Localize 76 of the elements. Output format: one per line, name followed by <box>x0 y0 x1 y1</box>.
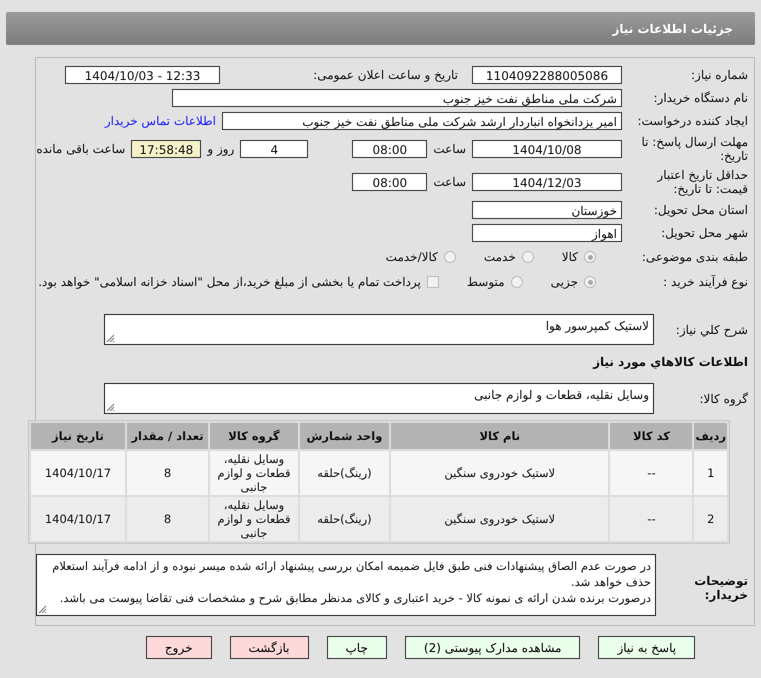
field-label: استان محل تحویل: <box>652 203 749 217</box>
table-cell: 8 <box>126 497 208 541</box>
field-label: ایجاد کننده درخواست: <box>636 114 749 128</box>
option-label: کالا/خدمت <box>386 250 438 264</box>
field-label: نوع فرآیند خرید : <box>662 275 749 289</box>
field-label: روز و <box>207 142 234 156</box>
table-cell: لاستیک خودروی سنگین <box>391 451 608 495</box>
field-label: طبقه بندی موضوعی: <box>640 250 749 264</box>
resize-grip-icon[interactable] <box>106 334 115 343</box>
field-label: ساعت <box>433 175 466 189</box>
table-cell: 1 <box>694 451 727 495</box>
input-field[interactable]: شرکت ملی مناطق نفت خیز جنوب <box>172 89 622 107</box>
buyer-notes-field[interactable]: در صورت عدم الصاق پیشنهادات فنی طبق فایل ضمیمه امکان بررسی پیشنهاد ارائه شده میسر نبوده و از ادامه فرآیند استعلام حذف خواهد شد. درصورت برنده شدن ارائه ی نمونه کالا - خرید اعتباری و کالای مدنظر مطابق شرح و مشخصات فنی تقاضا پیوست می باشد. <box>36 554 656 616</box>
resize-grip-icon[interactable] <box>106 403 115 412</box>
radio-button[interactable] <box>584 251 596 263</box>
input-field[interactable]: 1104092288005086 <box>472 66 622 84</box>
option-label: جزیی <box>550 275 578 289</box>
table-cell: 2 <box>694 497 727 541</box>
field-label: تاریخ و ساعت اعلان عمومی: <box>313 68 458 82</box>
input-field[interactable]: خوزستان <box>472 201 622 219</box>
column-header: کد کالا <box>610 423 692 449</box>
field-label: نام دستگاه خریدار: <box>652 91 749 105</box>
input-field[interactable]: 1404/10/03 - 12:33 <box>65 66 220 84</box>
input-field[interactable]: 08:00 <box>352 173 428 191</box>
table-cell: وسایل نقلیه، قطعات و لوازم جانبی <box>210 451 298 495</box>
input-field[interactable]: 1404/10/08 <box>472 140 622 158</box>
field-label: شماره نیاز: <box>690 68 749 82</box>
contact-link[interactable]: اطلاعات تماس خریدار <box>104 114 216 128</box>
table-cell: وسایل نقلیه، قطعات و لوازم جانبی <box>210 497 298 541</box>
radio-button[interactable] <box>444 251 456 263</box>
page-header: جزئیات اطلاعات نیاز <box>6 12 755 45</box>
resize-grip-icon[interactable] <box>38 605 47 614</box>
table-cell: (رینگ)حلقه <box>300 497 390 541</box>
action-button[interactable]: بازگشت <box>230 636 308 659</box>
countdown-field[interactable]: 17:58:48 <box>131 140 202 158</box>
goods-group-field[interactable]: وسایل نقلیه، قطعات و لوازم جانبی <box>104 383 654 414</box>
option-label: کالا <box>562 250 578 264</box>
column-header: تاریخ نیاز <box>31 423 125 449</box>
field-label: توضیحات خریدار: <box>693 573 749 602</box>
column-header: تعداد / مقدار <box>126 423 208 449</box>
input-field[interactable]: اهواز <box>472 224 622 242</box>
column-header: نام کالا <box>391 423 608 449</box>
table-cell: لاستیک خودروی سنگین <box>391 497 608 541</box>
action-button[interactable]: پاسخ به نیاز <box>598 636 696 659</box>
checkbox-label: پرداخت تمام یا بخشی از مبلغ خرید،از محل "اسناد خزانه اسلامی" خواهد بود. <box>38 275 421 289</box>
field-label: گروه کالا: <box>698 392 749 406</box>
input-field[interactable]: امیر یزدانخواه انباردار ارشد شرکت ملی مناطق نفت خیز جنوب <box>222 112 622 130</box>
table-cell: -- <box>610 451 692 495</box>
option-label: خدمت <box>484 250 516 264</box>
input-field[interactable]: 4 <box>240 140 308 158</box>
checkbox[interactable] <box>426 276 439 288</box>
action-button[interactable]: مشاهده مدارک پیوستی (2) <box>404 636 580 659</box>
action-button[interactable]: چاپ <box>326 636 387 659</box>
field-label: شهر محل تحویل: <box>660 226 749 240</box>
column-header: واحد شمارش <box>300 423 390 449</box>
table-cell: 8 <box>126 451 208 495</box>
field-label: مهلت ارسال پاسخ: تا تاریخ: <box>640 135 749 163</box>
description-field[interactable]: لاستیک کمپرسور هوا <box>104 314 654 345</box>
input-field[interactable]: 1404/12/03 <box>472 173 622 191</box>
field-label: ساعت <box>433 142 466 156</box>
radio-button[interactable] <box>584 276 596 288</box>
table-cell: 1404/10/17 <box>31 451 125 495</box>
table-cell: (رینگ)حلقه <box>300 451 390 495</box>
section-heading: اطلاعات کالاهاي مورد نياز <box>593 355 749 369</box>
radio-button[interactable] <box>522 251 534 263</box>
field-label: ساعت باقی مانده <box>36 142 126 156</box>
table-cell: -- <box>610 497 692 541</box>
action-button[interactable]: خروج <box>146 636 212 659</box>
radio-button[interactable] <box>510 276 523 288</box>
column-header: گروه کالا <box>210 423 298 449</box>
field-label: شرح کلي نياز: <box>674 322 749 336</box>
option-label: متوسط <box>466 275 505 289</box>
input-field[interactable]: 08:00 <box>352 140 428 158</box>
field-label: حداقل تاریخ اعتبار قیمت: تا تاریخ: <box>656 168 749 196</box>
table-cell: 1404/10/17 <box>31 497 125 541</box>
column-header: ردیف <box>694 423 727 449</box>
